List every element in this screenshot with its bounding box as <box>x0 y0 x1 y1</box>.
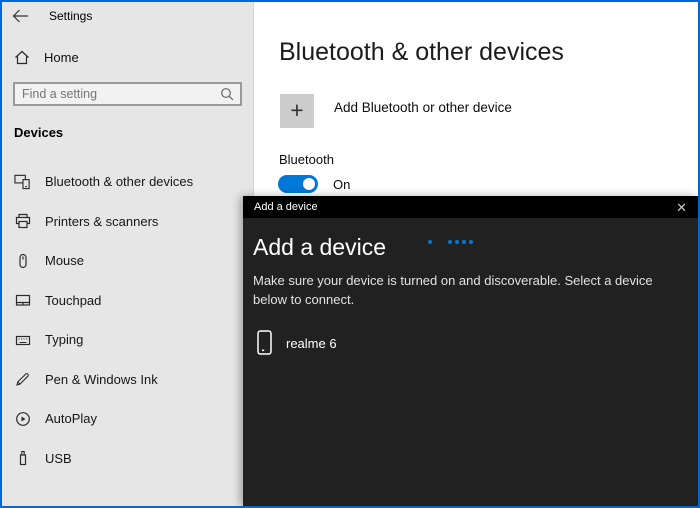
dialog-body: Add a device Make sure your device is tu… <box>243 234 698 361</box>
device-name: realme 6 <box>286 336 337 351</box>
sidebar-nav: Bluetooth & other devices Printers & sca… <box>2 162 253 478</box>
sidebar-item-label: Printers & scanners <box>45 214 158 229</box>
sidebar-item-printers-scanners[interactable]: Printers & scanners <box>2 202 253 242</box>
touchpad-icon <box>14 292 31 308</box>
autoplay-icon <box>14 411 31 427</box>
printer-icon <box>14 213 31 229</box>
settings-window: Settings Home Devices <box>0 0 700 508</box>
sidebar-item-autoplay[interactable]: AutoPlay <box>2 399 253 439</box>
progress-dots-indicator <box>243 240 698 244</box>
sidebar: Settings Home Devices <box>2 2 254 506</box>
phone-icon <box>257 330 273 356</box>
toggle-knob <box>303 178 315 190</box>
sidebar-item-home[interactable]: Home <box>14 46 79 68</box>
bluetooth-toggle-row: On <box>278 175 350 193</box>
bluetooth-label: Bluetooth <box>279 152 334 167</box>
app-title: Settings <box>49 9 92 23</box>
sidebar-item-label: Mouse <box>45 253 84 268</box>
home-icon <box>14 50 30 65</box>
pen-icon <box>14 371 31 387</box>
plus-box[interactable]: + <box>280 94 314 128</box>
app-titlebar: Settings <box>12 9 92 23</box>
sidebar-section-devices: Devices <box>14 125 63 140</box>
sidebar-item-label: Pen & Windows Ink <box>45 372 158 387</box>
sidebar-item-label: AutoPlay <box>45 411 97 426</box>
plus-icon: + <box>290 99 303 122</box>
sidebar-item-bluetooth-other-devices[interactable]: Bluetooth & other devices <box>2 162 253 202</box>
dialog-titlebar-text: Add a device <box>254 201 318 213</box>
close-icon[interactable]: ✕ <box>676 201 687 214</box>
keyboard-icon <box>14 332 31 348</box>
sidebar-item-pen-windows-ink[interactable]: Pen & Windows Ink <box>2 360 253 400</box>
page-title: Bluetooth & other devices <box>279 38 564 67</box>
search-box[interactable] <box>13 82 242 106</box>
sidebar-item-label: Typing <box>45 332 83 347</box>
sidebar-item-typing[interactable]: Typing <box>2 320 253 360</box>
add-bluetooth-label: Add Bluetooth or other device <box>334 100 512 115</box>
toggle-state-label: On <box>333 177 350 192</box>
bluetooth-toggle[interactable] <box>278 175 318 193</box>
sidebar-item-label: Touchpad <box>45 293 101 308</box>
back-arrow-icon <box>12 9 29 23</box>
sidebar-item-touchpad[interactable]: Touchpad <box>2 281 253 321</box>
back-button[interactable] <box>12 9 29 23</box>
dialog-titlebar: Add a device ✕ <box>243 196 698 218</box>
sidebar-item-usb[interactable]: USB <box>2 439 253 479</box>
bluetooth-devices-icon <box>14 173 31 190</box>
add-bluetooth-button[interactable]: + Add Bluetooth or other device <box>280 94 512 128</box>
mouse-icon <box>14 253 31 269</box>
sidebar-item-label: USB <box>45 451 72 466</box>
dialog-heading: Add a device <box>253 234 688 261</box>
search-input[interactable] <box>15 87 220 101</box>
usb-icon <box>14 450 31 466</box>
device-row-realme-6[interactable]: realme 6 <box>253 325 688 361</box>
home-label: Home <box>44 50 79 65</box>
sidebar-item-mouse[interactable]: Mouse <box>2 241 253 281</box>
add-device-dialog: Add a device ✕ Add a device Make sure yo… <box>243 196 698 506</box>
sidebar-item-label: Bluetooth & other devices <box>45 174 193 189</box>
search-icon[interactable] <box>220 87 240 101</box>
dialog-description: Make sure your device is turned on and d… <box>253 271 688 309</box>
